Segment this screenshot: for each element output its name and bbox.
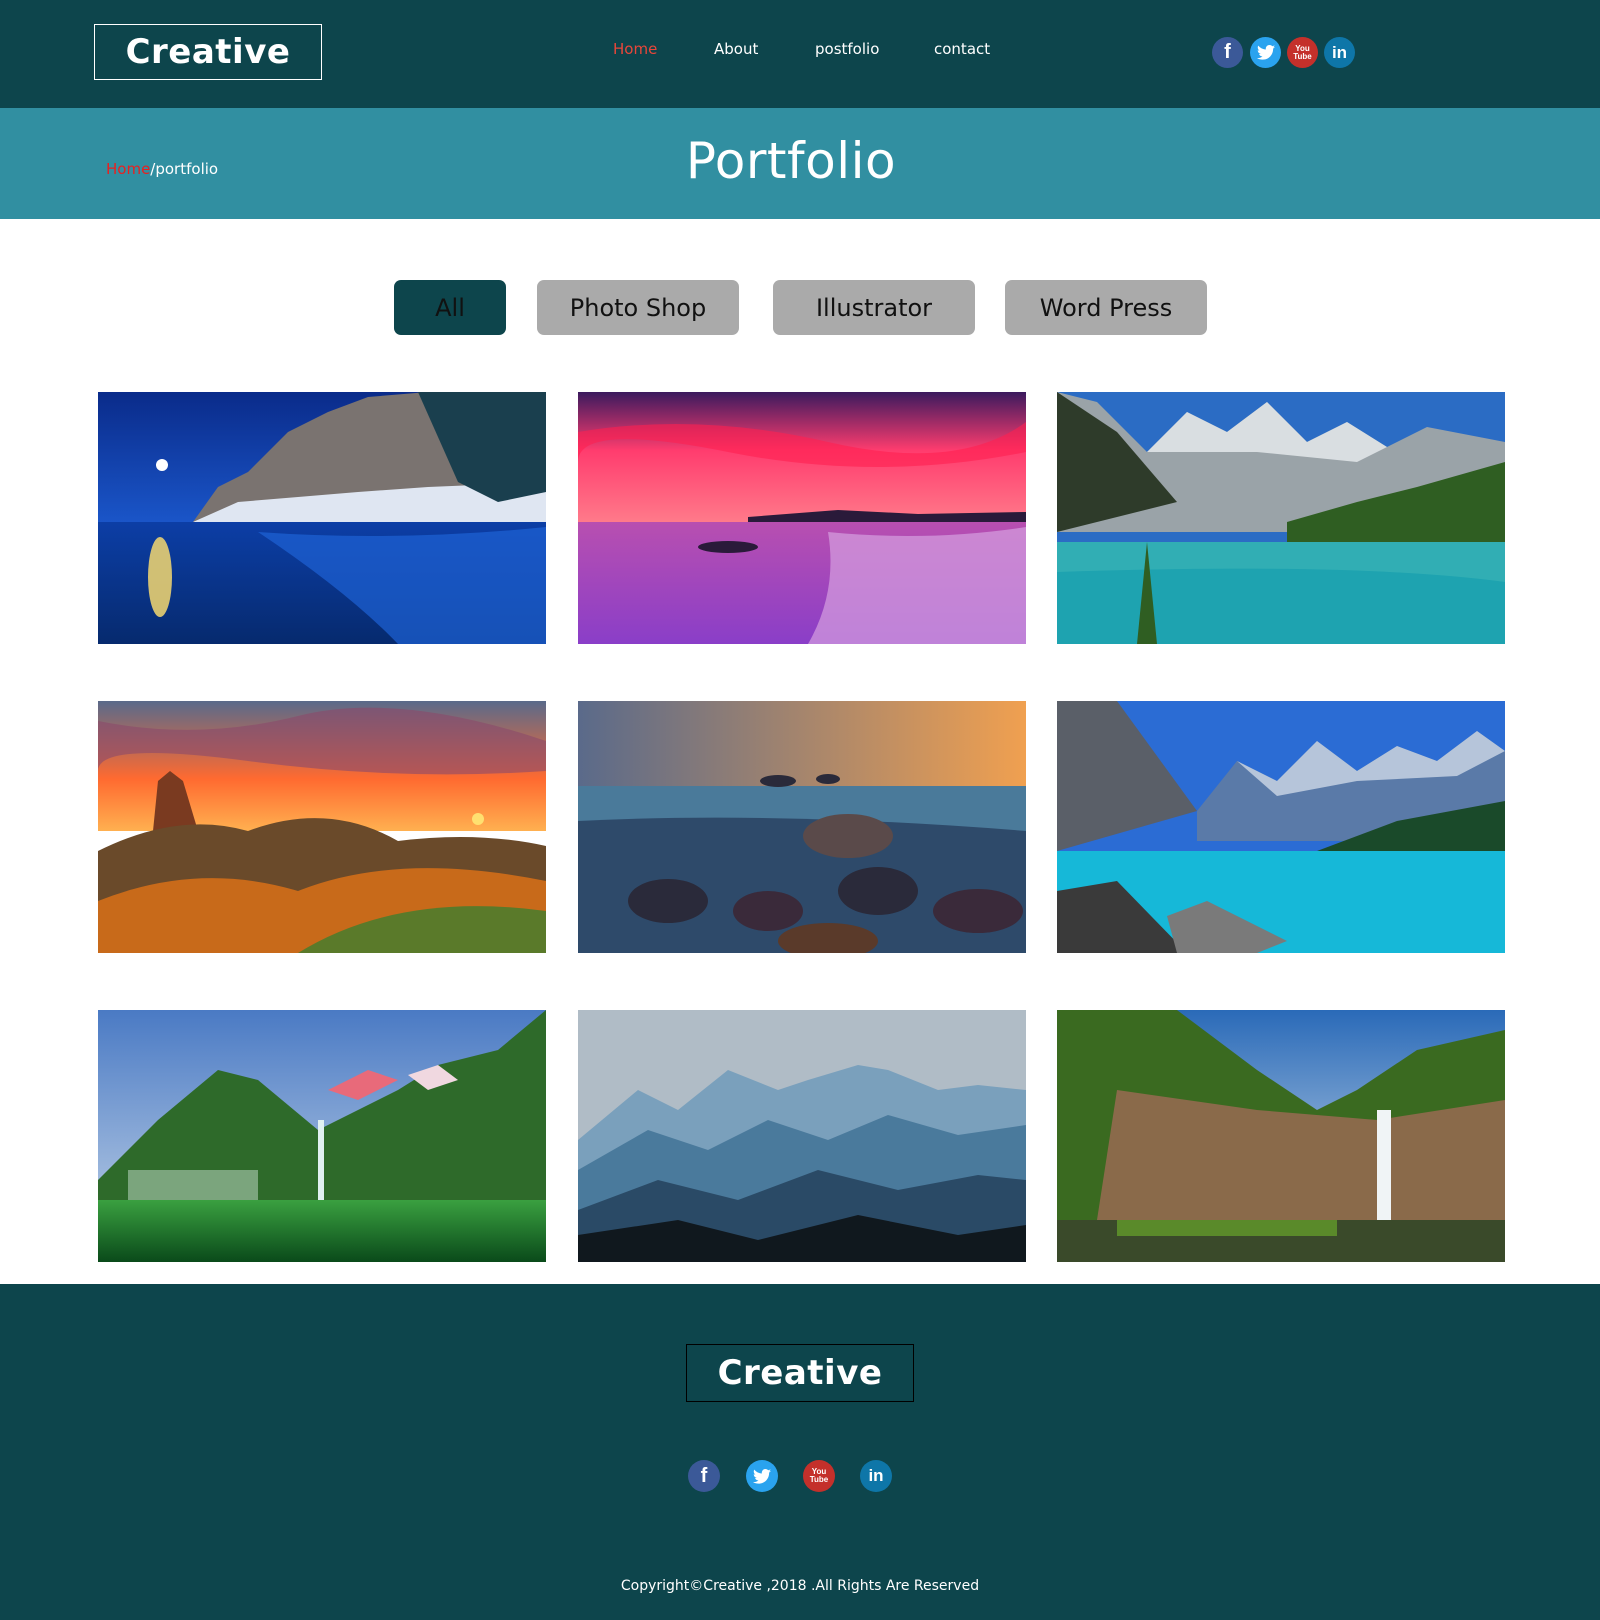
page-title-banner: Home/portfolio Portfolio xyxy=(0,108,1600,219)
main-nav: Home About postfolio contact xyxy=(0,40,1600,64)
linkedin-icon[interactable]: in xyxy=(1324,37,1355,68)
youtube-icon[interactable]: You Tube xyxy=(1287,37,1318,68)
copyright-text: Copyright©Creative ,2018 .All Rights Are… xyxy=(620,1578,980,1594)
filter-wordpress-button[interactable]: Word Press xyxy=(1005,280,1207,335)
gallery-item-pink-sunset-beach[interactable] xyxy=(578,392,1026,644)
filter-all-button[interactable]: All xyxy=(394,280,506,335)
gallery-item-green-fjord-waterfall[interactable] xyxy=(98,1010,546,1262)
youtube-icon[interactable]: You Tube xyxy=(803,1460,835,1492)
facebook-icon[interactable]: f xyxy=(688,1460,720,1492)
nav-home-link[interactable]: Home xyxy=(613,40,657,58)
filter-photoshop-button[interactable]: Photo Shop xyxy=(537,280,739,335)
gallery-item-rocky-sea-shore[interactable] xyxy=(578,701,1026,953)
footer-logo[interactable]: Creative xyxy=(686,1344,914,1402)
gallery-item-autumn-sunset-mountains[interactable] xyxy=(98,701,546,953)
site-footer: Creative f You Tube in Copyright©Creative… xyxy=(0,1284,1600,1620)
nav-contact-link[interactable]: contact xyxy=(934,40,990,58)
nav-about-link[interactable]: About xyxy=(714,40,758,58)
linkedin-icon[interactable]: in xyxy=(860,1460,892,1492)
gallery-item-mountain-lake-teal[interactable] xyxy=(1057,392,1505,644)
filter-illustrator-button[interactable]: Illustrator xyxy=(773,280,975,335)
nav-portfolio-link[interactable]: postfolio xyxy=(815,40,879,58)
site-header: Creative Home About postfolio contact f … xyxy=(0,0,1600,108)
facebook-icon[interactable]: f xyxy=(1212,37,1243,68)
gallery-item-turquoise-glacier-lake[interactable] xyxy=(1057,701,1505,953)
twitter-icon[interactable] xyxy=(746,1460,778,1492)
footer-logo-text: Creative xyxy=(717,1353,883,1393)
twitter-icon[interactable] xyxy=(1250,37,1281,68)
gallery-item-misty-blue-mountains[interactable] xyxy=(578,1010,1026,1262)
page-title: Portfolio xyxy=(685,132,897,190)
gallery-item-moonlit-snowy-lake[interactable] xyxy=(98,392,546,644)
gallery-item-jungle-waterfall[interactable] xyxy=(1057,1010,1505,1262)
